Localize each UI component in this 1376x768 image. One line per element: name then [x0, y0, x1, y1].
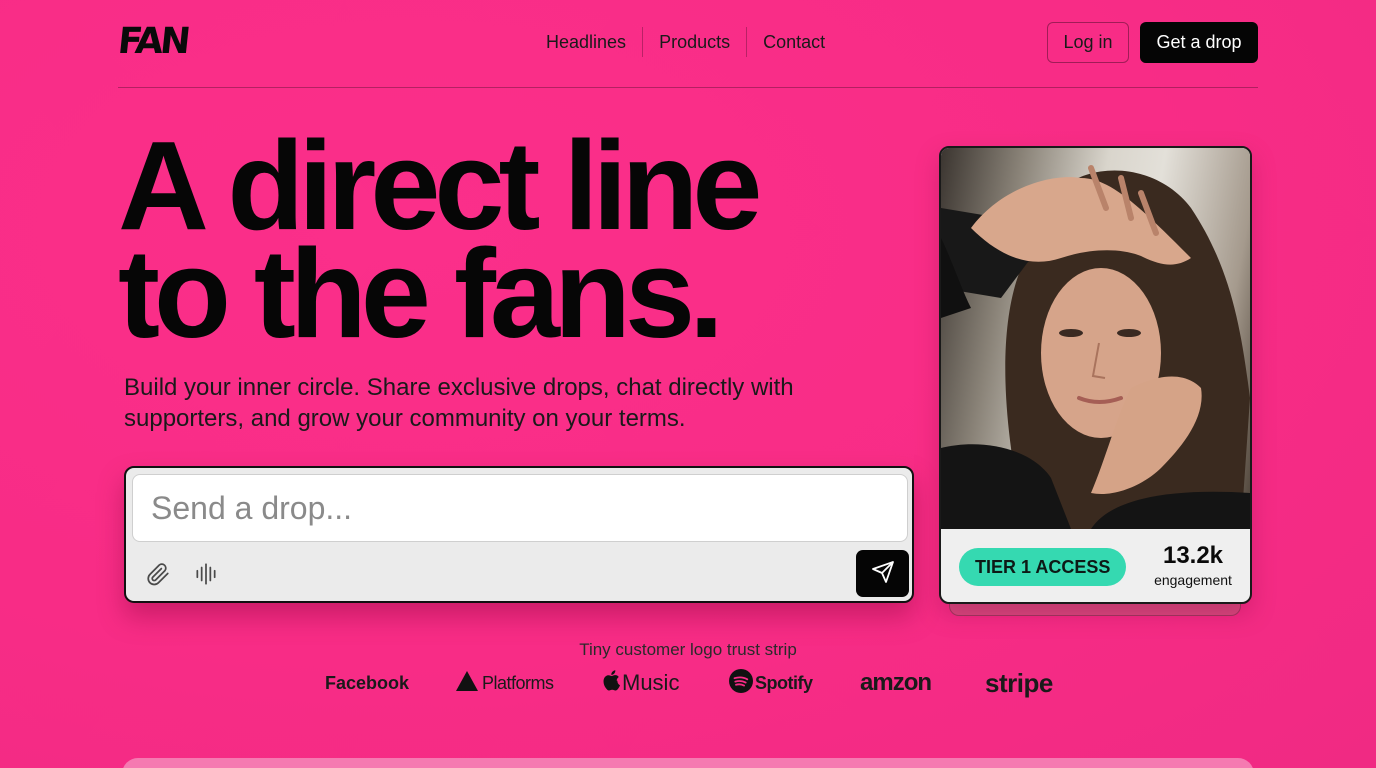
waveform-icon[interactable]: [191, 559, 221, 589]
logo-spotify-text: Spotify: [755, 672, 813, 693]
logo-facebook: Facebook: [325, 665, 409, 701]
send-icon: [871, 560, 895, 587]
send-button[interactable]: [856, 550, 909, 597]
logo-amzon-text: amzon: [860, 669, 932, 696]
customer-logo-strip: Facebook Platforms Music Spotify amzon s…: [0, 665, 1376, 701]
nav-link-headlines[interactable]: Headlines: [530, 27, 644, 57]
hero-subtext: Build your inner circle. Share exclusive…: [124, 374, 794, 432]
get-a-drop-button[interactable]: Get a drop: [1140, 22, 1258, 63]
logo-stripe-text: stripe: [985, 667, 1053, 698]
engagement-count: 13.2k: [1162, 542, 1224, 569]
logo-music: Music: [602, 665, 679, 701]
logo-platforms: Platforms: [455, 665, 554, 701]
nav-link-products[interactable]: Products: [643, 27, 748, 57]
logo-stripe: stripe: [985, 665, 1053, 701]
paperclip-icon[interactable]: [143, 559, 173, 589]
logo-music-text: Music: [622, 670, 680, 695]
triangle-icon: [455, 670, 479, 697]
site-header: FAN Headlines Products Contact Log in Ge…: [116, 0, 1258, 88]
logo-facebook-text: Facebook: [325, 672, 410, 693]
hero-headline-line-2: to the fans.: [118, 223, 724, 364]
drop-composer: [124, 466, 914, 603]
brand-logo[interactable]: FAN: [116, 21, 190, 62]
next-section-band: [122, 758, 1254, 768]
logo-platforms-text: Platforms: [482, 672, 554, 693]
logo-amzon: amzon: [860, 665, 932, 701]
tier-access-badge: TIER 1 ACCESS: [959, 548, 1127, 586]
trust-strip-caption: Tiny customer logo trust strip: [579, 640, 797, 659]
creator-portrait-photo: [941, 148, 1250, 529]
spotify-icon: [729, 668, 753, 698]
nav-link-contact[interactable]: Contact: [747, 27, 841, 57]
creator-profile-card[interactable]: TIER 1 ACCESS 13.2k engagement: [939, 146, 1252, 604]
hero-headline: A direct line to the fans.: [118, 123, 878, 364]
apple-icon: [602, 669, 620, 697]
main-nav: Headlines Products Contact: [530, 25, 841, 59]
login-button[interactable]: Log in: [1047, 22, 1129, 63]
logo-spotify: Spotify: [729, 665, 813, 701]
engagement-label: engagement: [1154, 572, 1232, 588]
drop-message-input[interactable]: [132, 474, 908, 542]
